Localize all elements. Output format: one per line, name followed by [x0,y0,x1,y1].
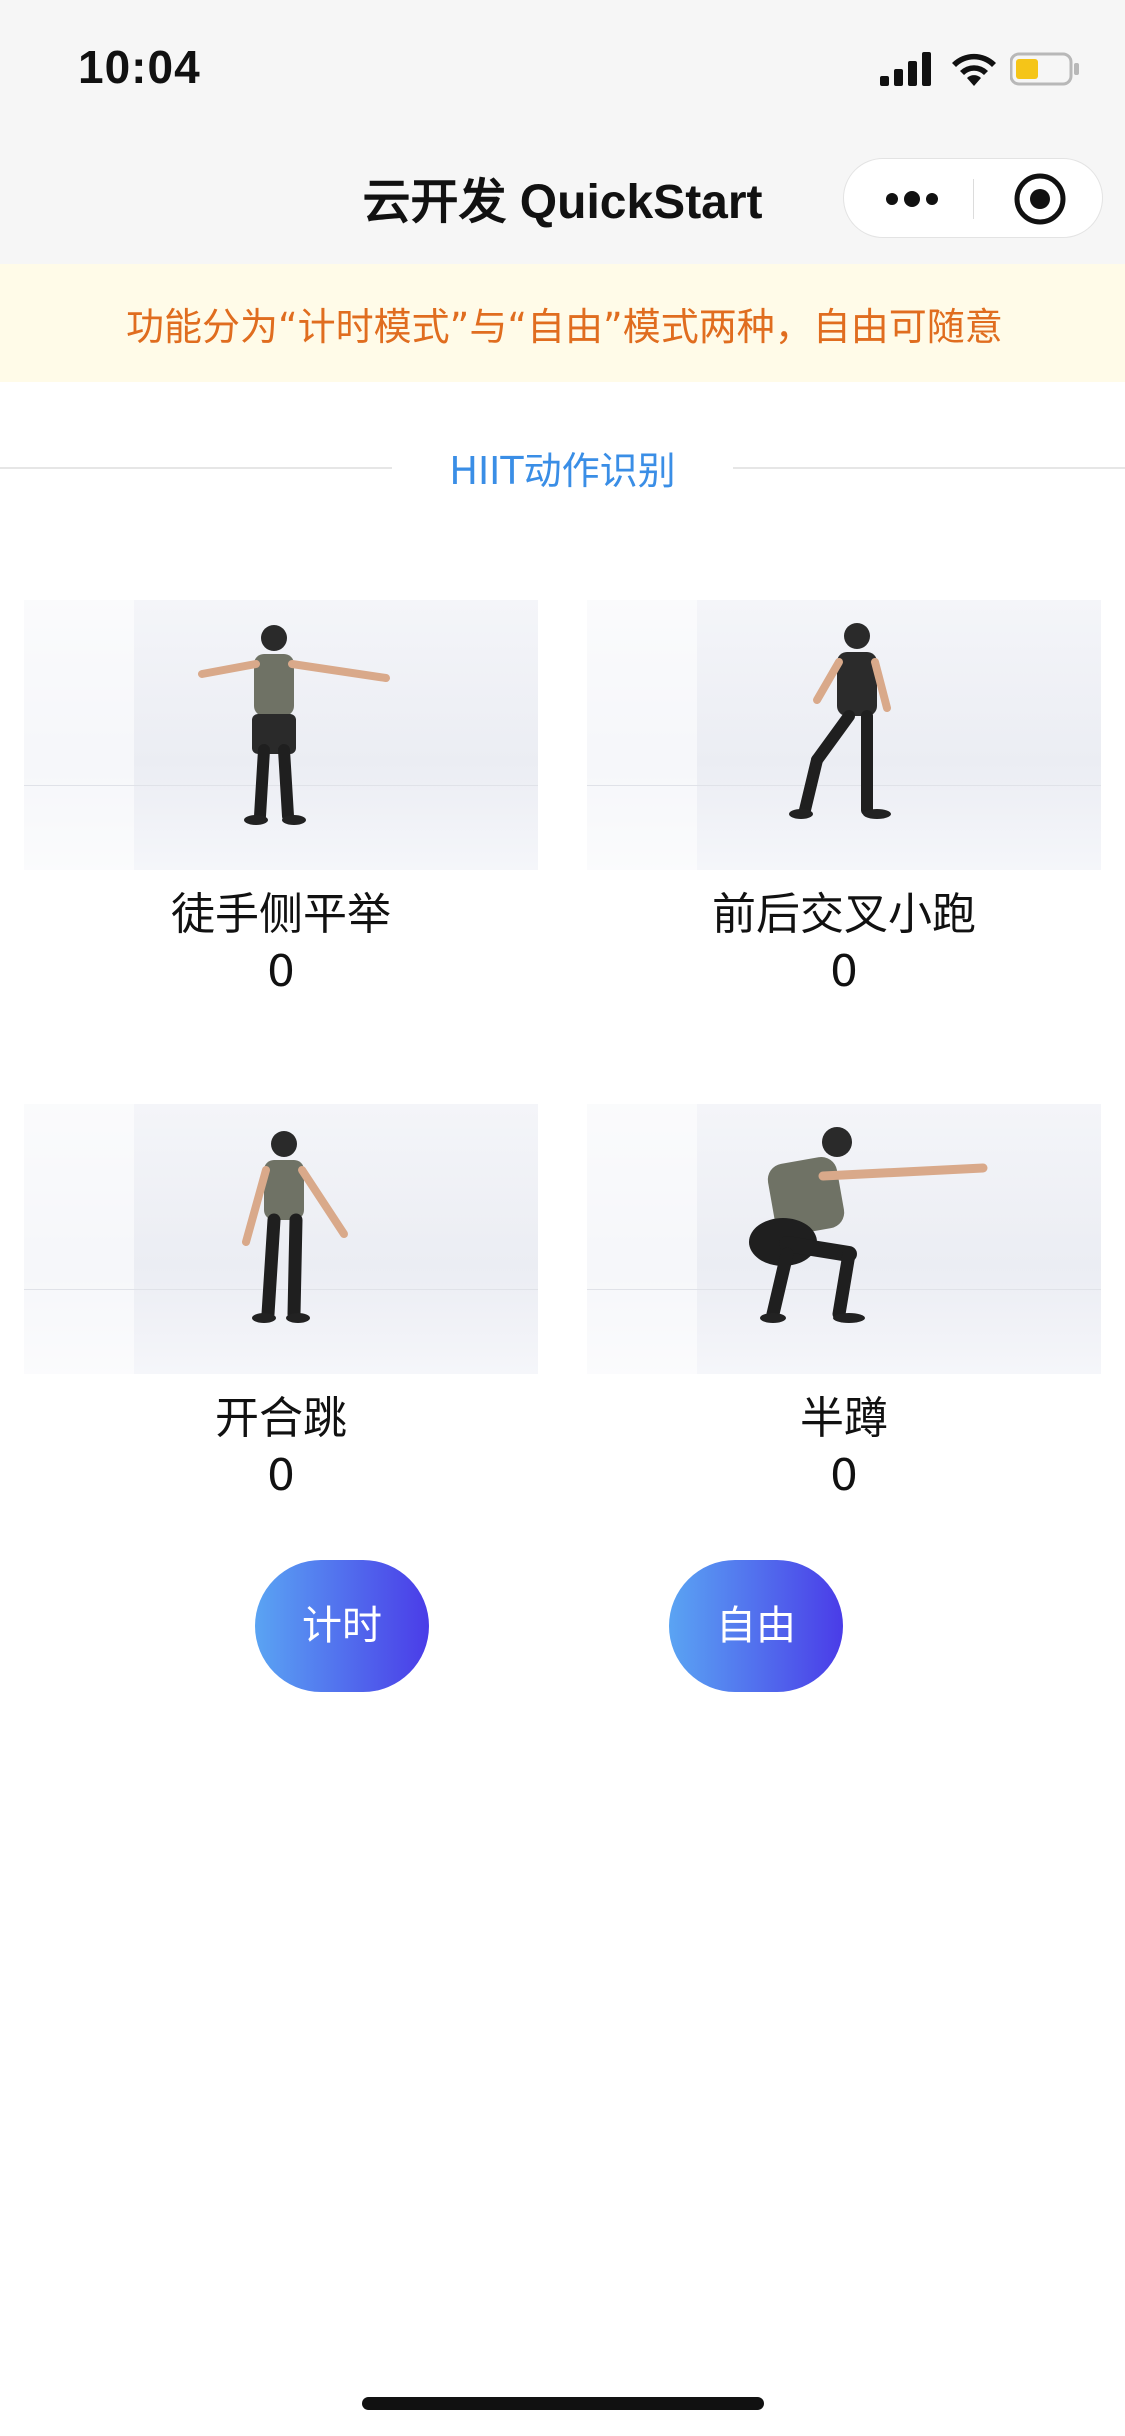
exercise-count: 0 [267,1450,295,1501]
exercise-thumbnail [24,1104,538,1374]
cellular-signal-icon [880,52,931,86]
exercise-card-lateral-raise[interactable]: 徒手侧平举 0 [24,600,538,997]
section-header: HIIT动作识别 [0,440,1125,500]
exercise-count: 0 [267,946,295,997]
navigation-bar: 云开发 QuickStart [0,132,1125,264]
status-time: 10:04 [78,41,201,93]
exercise-card-jumping-jack[interactable]: 开合跳 0 [24,1104,538,1501]
section-divider-right [733,467,1125,469]
exercise-thumbnail [587,1104,1101,1374]
person-figure-image [789,623,891,819]
close-miniprogram-icon[interactable] [1012,171,1068,227]
capsule-menu [843,158,1103,238]
exercise-name: 半蹲 [800,1393,888,1444]
exercise-count: 0 [830,946,858,997]
free-mode-button[interactable]: 自由 [669,1560,843,1692]
battery-icon [1010,52,1079,86]
person-figure-image [749,1127,988,1323]
more-icon[interactable] [884,181,940,217]
exercise-name: 前后交叉小跑 [712,889,976,940]
exercise-thumbnail [24,600,538,870]
notice-bar: 功能分为“计时模式”与“自由”模式两种，自由可随意 [0,264,1125,382]
capsule-divider [973,179,974,219]
timer-mode-button[interactable]: 计时 [255,1560,429,1692]
status-bar: 10:04 [0,0,1125,132]
exercise-name: 开合跳 [215,1393,347,1444]
person-figure-image [242,1131,348,1323]
exercise-count: 0 [830,1450,858,1501]
exercise-card-cross-jog[interactable]: 前后交叉小跑 0 [587,600,1101,997]
person-figure-image [198,625,390,825]
exercise-name: 徒手侧平举 [171,889,391,940]
notice-text: 功能分为“计时模式”与“自由”模式两种，自由可随意 [126,305,1003,349]
exercise-thumbnail [587,600,1101,870]
exercise-card-half-squat[interactable]: 半蹲 0 [587,1104,1101,1501]
wifi-icon [952,53,996,86]
home-indicator[interactable] [362,2397,764,2410]
